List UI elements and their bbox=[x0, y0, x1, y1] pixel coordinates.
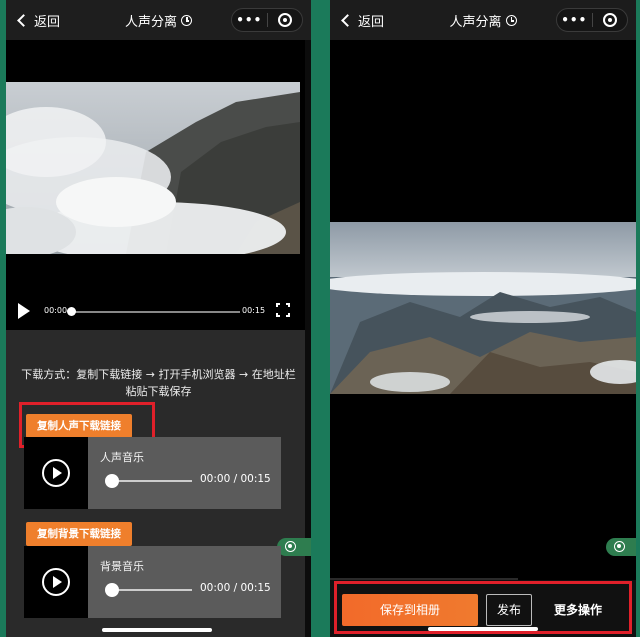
nav-bar: 返回 人声分离 ••• bbox=[330, 0, 636, 40]
audio-progress-handle[interactable] bbox=[105, 474, 119, 488]
play-circle-icon[interactable] bbox=[42, 459, 70, 487]
audio-thumbnail bbox=[24, 437, 88, 509]
video-player[interactable]: 00:00 00:15 bbox=[6, 40, 305, 330]
right-screen: 返回 人声分离 ••• 保存到相册 发布 更多操作 bbox=[330, 0, 636, 637]
audio-progress-track[interactable] bbox=[112, 480, 192, 482]
page-title-text: 人声分离 bbox=[124, 15, 177, 30]
more-menu-button[interactable]: ••• bbox=[557, 13, 592, 27]
person-icon bbox=[614, 541, 625, 552]
preview-video-frame[interactable] bbox=[330, 222, 636, 394]
clock-icon bbox=[505, 15, 517, 26]
more-menu-button[interactable]: ••• bbox=[232, 13, 267, 27]
audio-panel: 人声音乐 00:00 / 00:15 bbox=[88, 437, 281, 509]
play-circle-icon[interactable] bbox=[42, 568, 70, 596]
mountain-cloud-image bbox=[6, 82, 300, 254]
track-title: 背景音乐 bbox=[100, 560, 144, 573]
current-time: 00:00 bbox=[44, 306, 68, 315]
play-icon[interactable] bbox=[18, 303, 30, 319]
miniapp-capsule: ••• bbox=[231, 8, 303, 32]
home-indicator bbox=[102, 628, 212, 632]
track-time: 00:00 / 00:15 bbox=[200, 582, 271, 594]
page-title-text: 人声分离 bbox=[449, 15, 502, 30]
progress-track[interactable] bbox=[70, 311, 240, 313]
download-instructions: 下载方式：复制下载链接 → 打开手机浏览器 → 在地址栏粘贴下载保存 bbox=[21, 368, 296, 398]
floating-helper[interactable] bbox=[606, 538, 636, 556]
left-screen: 返回 人声分离 ••• 00:00 00:15 下载方式：复制下载链接 → 打开… bbox=[6, 0, 311, 637]
close-miniapp-button[interactable] bbox=[593, 13, 628, 27]
track-time: 00:00 / 00:15 bbox=[200, 473, 271, 485]
vocal-track-card: 人声音乐 00:00 / 00:15 bbox=[24, 437, 281, 509]
player-controls: 00:00 00:15 bbox=[6, 298, 305, 326]
floating-helper[interactable] bbox=[277, 538, 311, 556]
progress-handle[interactable] bbox=[67, 307, 76, 316]
audio-thumbnail bbox=[24, 546, 88, 618]
nav-bar: 返回 人声分离 ••• bbox=[6, 0, 311, 40]
highlight-box bbox=[334, 581, 632, 634]
track-title: 人声音乐 bbox=[100, 451, 144, 464]
duration: 00:15 bbox=[242, 306, 266, 315]
audio-panel: 背景音乐 00:00 / 00:15 bbox=[88, 546, 281, 618]
close-miniapp-button[interactable] bbox=[268, 13, 303, 27]
audio-progress-handle[interactable] bbox=[105, 583, 119, 597]
target-icon bbox=[602, 13, 617, 27]
target-icon bbox=[277, 13, 292, 27]
video-frame bbox=[6, 82, 300, 254]
copy-background-link-button[interactable]: 复制背景下载链接 bbox=[26, 522, 132, 546]
person-icon bbox=[285, 541, 296, 552]
copy-vocal-link-button[interactable]: 复制人声下载链接 bbox=[26, 414, 132, 438]
mountain-valley-image bbox=[330, 222, 636, 394]
audio-progress-track[interactable] bbox=[112, 589, 192, 591]
miniapp-capsule: ••• bbox=[556, 8, 628, 32]
fullscreen-icon[interactable] bbox=[276, 303, 290, 317]
background-track-card: 背景音乐 00:00 / 00:15 bbox=[24, 546, 281, 618]
clock-icon bbox=[181, 15, 192, 26]
